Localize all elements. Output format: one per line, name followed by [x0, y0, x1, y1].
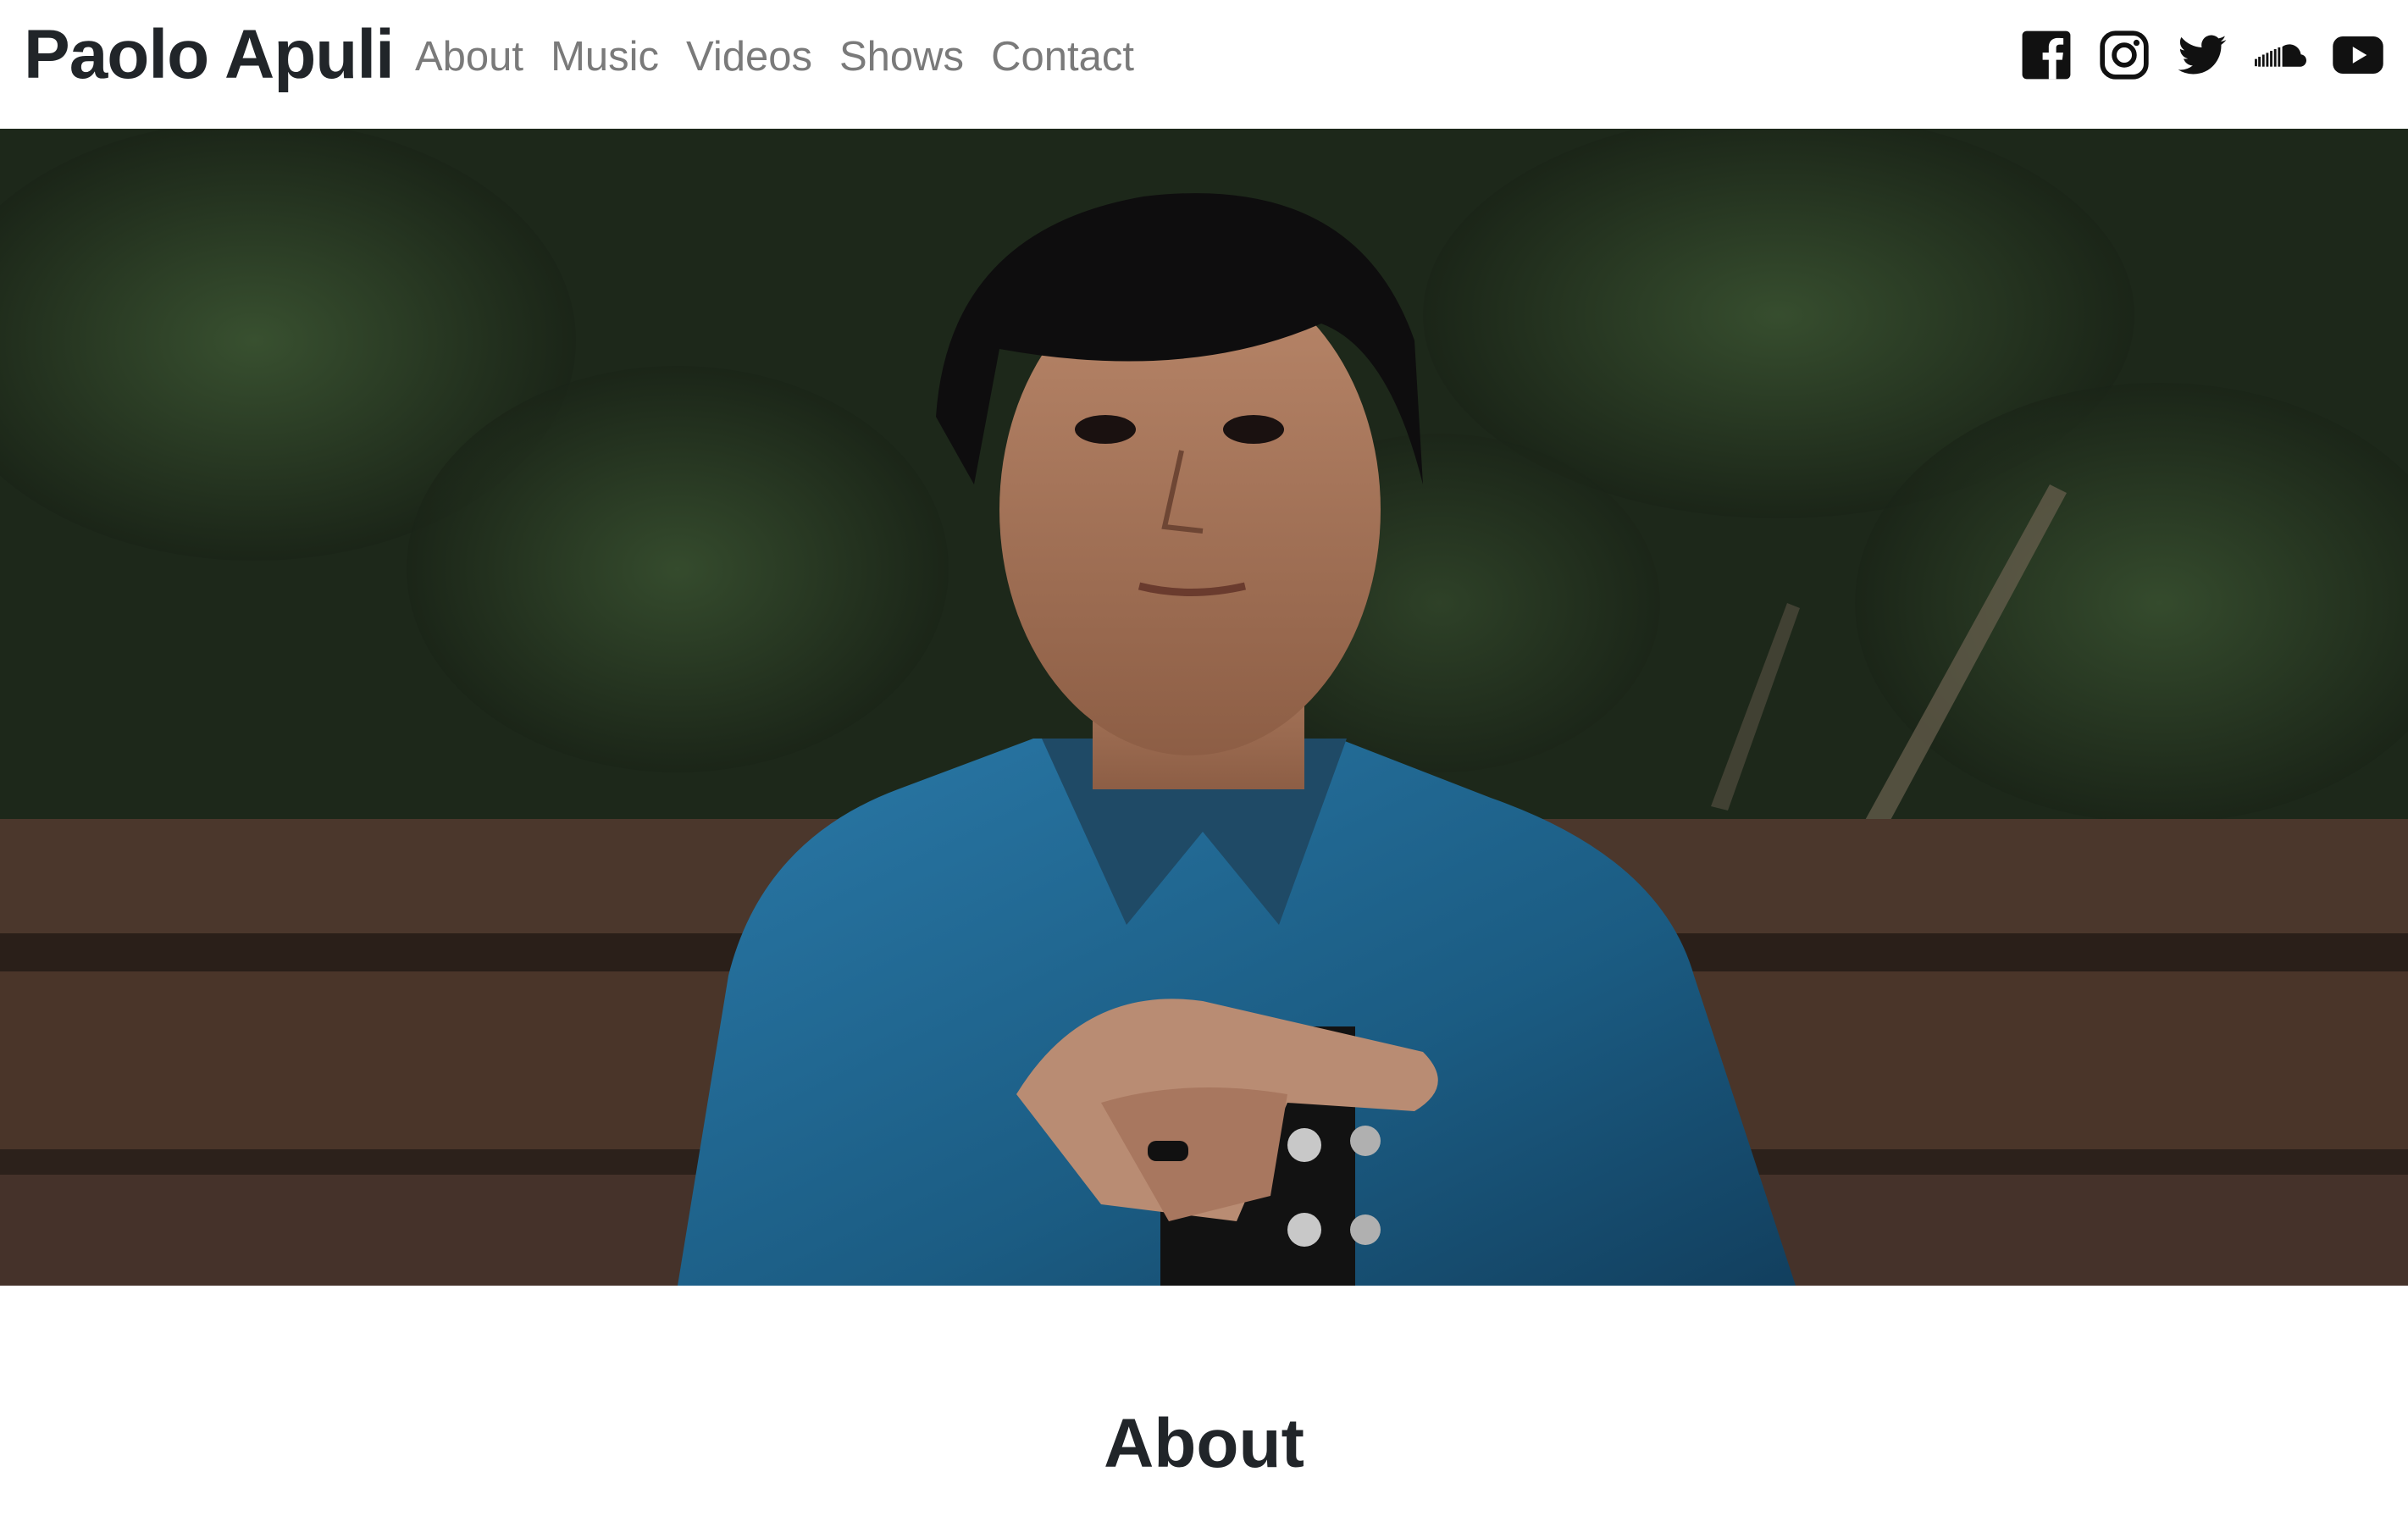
- nav-link-videos[interactable]: Videos: [686, 32, 812, 82]
- portrait-photo: [0, 129, 2408, 1286]
- instagram-icon[interactable]: [2098, 29, 2151, 81]
- nav-links: About Music Videos Shows Contact: [415, 32, 1134, 82]
- social-links: [2020, 29, 2384, 81]
- about-heading: About: [1104, 1405, 1304, 1482]
- brand-logo[interactable]: Paolo Apuli: [24, 14, 395, 97]
- nav-link-music[interactable]: Music: [551, 32, 659, 82]
- nav-link-shows[interactable]: Shows: [839, 32, 964, 82]
- nav-link-about[interactable]: About: [415, 32, 523, 82]
- navbar: Paolo Apuli About Music Videos Shows Con…: [0, 0, 2408, 129]
- soundcloud-icon[interactable]: [2254, 29, 2306, 81]
- youtube-icon[interactable]: [2332, 29, 2384, 81]
- nav-link-contact[interactable]: Contact: [991, 32, 1134, 82]
- facebook-icon[interactable]: [2020, 29, 2073, 81]
- hero-image: [0, 129, 2408, 1286]
- twitter-icon[interactable]: [2176, 29, 2228, 81]
